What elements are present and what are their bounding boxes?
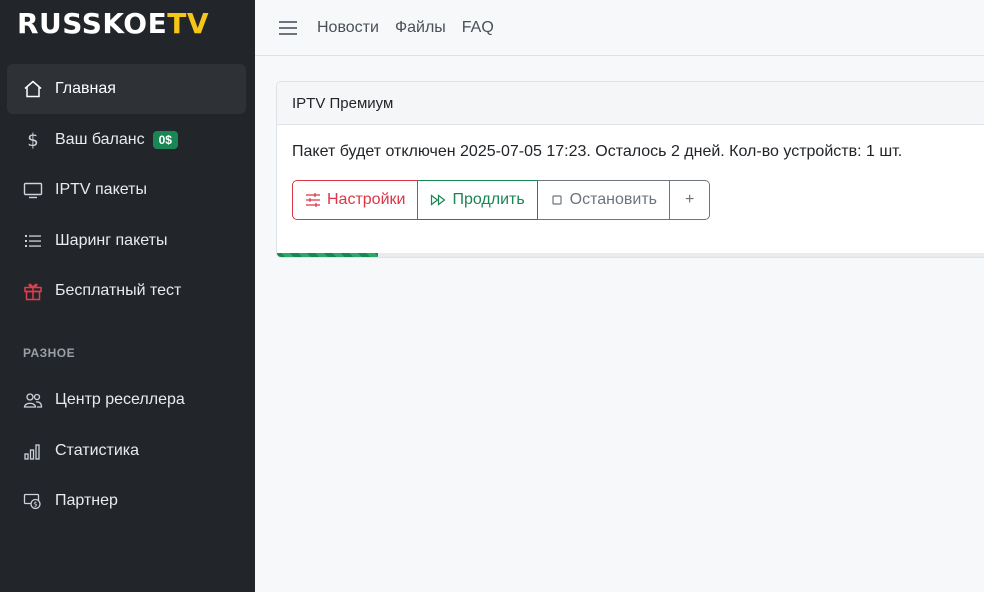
sidebar-item-reseller-center[interactable]: Центр реселлера xyxy=(7,375,246,425)
sidebar-item-home[interactable]: Главная xyxy=(7,64,246,114)
sidebar-item-label: Центр реселлера xyxy=(55,391,185,408)
stop-button-label: Остановить xyxy=(569,191,657,208)
sidebar-section-title: РАЗНОЕ xyxy=(23,346,76,360)
people-icon xyxy=(23,390,43,410)
stop-icon xyxy=(550,193,564,207)
sidebar-item-sharing-packages[interactable]: Шаринг пакеты xyxy=(7,216,246,266)
brand-name-part2: TV xyxy=(167,7,210,40)
sidebar-item-iptv-packages[interactable]: IPTV пакеты xyxy=(7,165,246,215)
dollar-icon: $ xyxy=(23,130,43,150)
sidebar-item-label: Бесплатный тест xyxy=(55,282,182,299)
svg-text:$: $ xyxy=(33,501,37,509)
sidebar-item-label: Партнер xyxy=(55,492,118,509)
extend-button-label: Продлить xyxy=(452,191,525,208)
sidebar-item-label: Ваш баланс xyxy=(55,130,145,148)
nav-link-faq[interactable]: FAQ xyxy=(462,19,494,37)
sidebar-item-label: Статистика xyxy=(55,441,140,459)
package-card-body: Пакет будет отключен 2025-07-05 17:23. О… xyxy=(277,125,984,238)
menu-toggle-icon[interactable] xyxy=(279,20,297,35)
sidebar-item-balance[interactable]: $ Ваш баланс 0$ xyxy=(7,115,246,165)
settings-button[interactable]: Настройки xyxy=(292,180,419,220)
settings-button-label: Настройки xyxy=(327,191,406,208)
nav-link-files[interactable]: Файлы xyxy=(395,19,446,37)
sliders-icon xyxy=(305,192,321,208)
cash-icon: $ xyxy=(23,491,43,511)
balance-badge: 0$ xyxy=(152,130,178,149)
more-button-label: + xyxy=(685,191,695,208)
extend-button[interactable]: Продлить xyxy=(418,180,538,220)
more-button[interactable]: + xyxy=(670,180,711,220)
package-card: IPTV Премиум Пакет будет отключен 2025-0… xyxy=(276,81,984,258)
list-icon xyxy=(23,231,43,251)
sidebar: RUSSKOETV Главная $ Ваш баланс 0$ IPTV п… xyxy=(0,0,255,592)
home-icon xyxy=(23,79,43,99)
bar-chart-icon xyxy=(23,441,43,461)
stop-button[interactable]: Остановить xyxy=(537,180,670,220)
package-progress-bar xyxy=(277,253,984,257)
brand-logo[interactable]: RUSSKOETV xyxy=(17,7,209,40)
fast-forward-icon xyxy=(430,192,446,208)
sidebar-nav-misc: Центр реселлера Статистика $ Партнер xyxy=(7,375,246,527)
top-navbar: Новости Файлы FAQ xyxy=(255,0,984,56)
package-card-title: IPTV Премиум xyxy=(277,82,984,125)
sidebar-item-label: Главная xyxy=(55,80,116,97)
svg-text:$: $ xyxy=(27,130,38,150)
package-status-text: Пакет будет отключен 2025-07-05 17:23. О… xyxy=(292,143,903,160)
sidebar-nav: Главная $ Ваш баланс 0$ IPTV пакеты Шари… xyxy=(7,64,246,317)
nav-link-news[interactable]: Новости xyxy=(317,19,379,37)
gift-icon xyxy=(23,281,43,301)
sidebar-item-statistics[interactable]: Статистика xyxy=(7,426,246,476)
sidebar-item-label: IPTV пакеты xyxy=(55,181,147,198)
package-actions: Настройки Продлить Остановить + xyxy=(292,180,980,220)
package-progress-fill xyxy=(277,253,378,257)
tv-icon xyxy=(23,180,43,200)
sidebar-item-free-trial[interactable]: Бесплатный тест xyxy=(7,266,246,316)
brand-name-part1: RUSSKOE xyxy=(17,7,168,40)
sidebar-item-label: Шаринг пакеты xyxy=(55,231,168,249)
sidebar-item-partner[interactable]: $ Партнер xyxy=(7,476,246,526)
